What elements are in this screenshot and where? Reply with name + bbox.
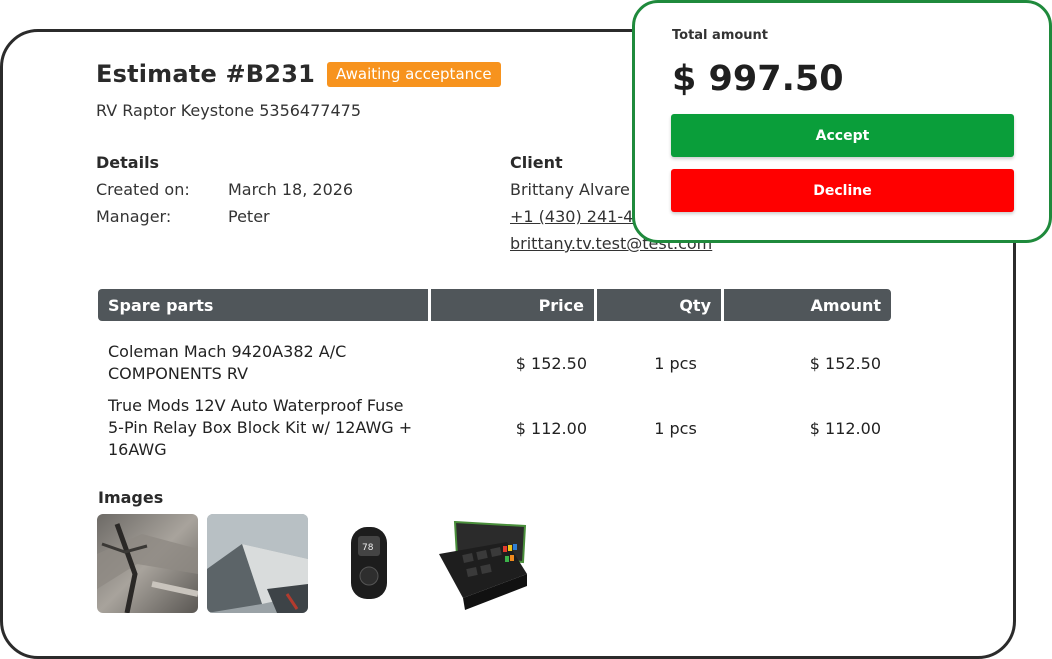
status-badge: Awaiting acceptance: [327, 61, 501, 87]
vehicle-subtitle: RV Raptor Keystone 5356477475: [96, 101, 361, 120]
column-header-amount: Amount: [724, 289, 891, 321]
spare-parts-table: Spare parts Price Qty Amount Coleman Mac…: [98, 289, 891, 459]
column-header-spare-parts: Spare parts: [98, 289, 431, 321]
created-label: Created on:: [96, 180, 190, 199]
part-amount: $ 112.00: [809, 418, 881, 438]
created-value: March 18, 2026: [228, 180, 354, 199]
table-header: Spare parts Price Qty Amount: [98, 289, 891, 321]
details-section: Details Created on: March 18, 2026 Manag…: [96, 153, 353, 234]
part-qty: 1 pcs: [654, 353, 697, 373]
total-label: Total amount: [672, 28, 769, 43]
total-value: $ 997.50: [672, 59, 844, 99]
table-row: Coleman Mach 9420A382 A/C COMPONENTS RV …: [98, 321, 891, 399]
title-row: Estimate #B231 Awaiting acceptance: [96, 60, 501, 88]
created-row: Created on: March 18, 2026: [96, 180, 353, 207]
total-panel: Total amount $ 997.50 Accept Decline: [632, 0, 1052, 243]
image-gallery: 78: [97, 514, 528, 613]
part-name: True Mods 12V Auto Waterproof Fuse 5-Pin…: [108, 396, 413, 459]
svg-text:78: 78: [362, 543, 374, 553]
details-heading: Details: [96, 153, 160, 172]
rv-damage-photo-icon[interactable]: [97, 514, 198, 613]
manager-row: Manager: Peter: [96, 207, 353, 234]
decline-button[interactable]: Decline: [671, 169, 1014, 212]
manager-label: Manager:: [96, 207, 172, 226]
part-price: $ 152.50: [515, 353, 587, 373]
client-phone-link[interactable]: +1 (430) 241-47: [510, 207, 643, 226]
column-header-qty: Qty: [597, 289, 724, 321]
part-amount: $ 152.50: [809, 353, 881, 373]
thermostat-control-icon[interactable]: 78: [317, 514, 418, 613]
manager-value: Peter: [228, 207, 270, 226]
part-price: $ 112.00: [515, 418, 587, 438]
images-heading: Images: [98, 488, 164, 507]
column-header-price: Price: [431, 289, 597, 321]
part-qty: 1 pcs: [654, 418, 697, 438]
table-row: True Mods 12V Auto Waterproof Fuse 5-Pin…: [98, 396, 891, 459]
page-title: Estimate #B231: [96, 60, 315, 88]
part-name: Coleman Mach 9420A382 A/C COMPONENTS RV: [108, 342, 347, 383]
rv-panel-photo-icon[interactable]: [207, 514, 308, 613]
relay-box-kit-icon[interactable]: [427, 514, 528, 613]
accept-button[interactable]: Accept: [671, 114, 1014, 157]
